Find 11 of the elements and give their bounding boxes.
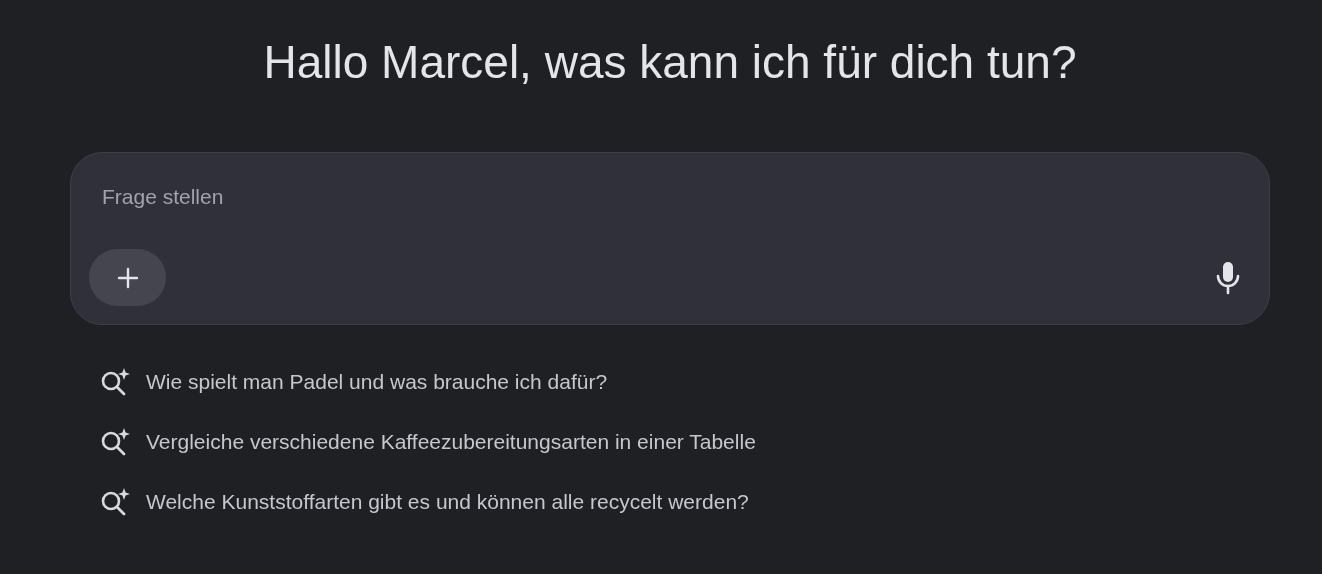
plus-icon <box>115 265 140 290</box>
sparkle-search-icon <box>100 487 132 517</box>
suggestion-link[interactable]: Wie spielt man Padel und was brauche ich dafür? <box>100 367 1270 397</box>
greeting-heading: Hallo Marcel, was kann ich für dich tun? <box>263 35 1077 90</box>
suggestion-link[interactable]: Vergleiche verschiedene Kaffeezubereitungsarten in einer Tabelle <box>100 427 1270 457</box>
question-field[interactable]: Frage stellen <box>102 179 702 215</box>
microphone-icon[interactable] <box>1215 260 1241 295</box>
add-button[interactable] <box>89 249 166 306</box>
suggestion-link[interactable]: Welche Kunststoffarten gibt es und können alle recycelt werden? <box>100 487 1270 517</box>
sparkle-search-icon <box>100 427 132 457</box>
sparkle-search-icon <box>100 367 132 397</box>
